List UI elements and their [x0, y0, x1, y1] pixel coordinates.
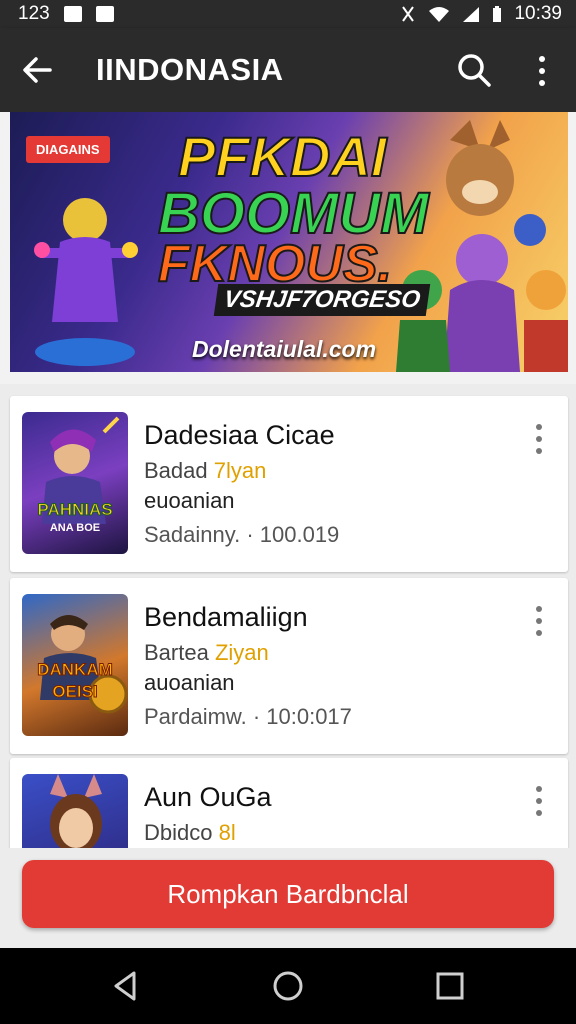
app-name: Bendamaliign [144, 602, 308, 632]
app-category: euoanian [144, 488, 235, 513]
app-thumbnail[interactable]: PAHNIAS ANA BOE [22, 412, 128, 554]
thumbnail-title: PAHNIAS [37, 500, 113, 520]
status-left-text: 123 [18, 3, 50, 24]
status-bar: 123 10:39 [0, 0, 576, 28]
notification-icon [63, 6, 82, 22]
developer-highlight: 8l [218, 820, 236, 845]
thumbnail-title: DANKAM [37, 660, 114, 680]
app-developer: Badad 7lyan [144, 458, 266, 484]
developer-name: Bartea [144, 640, 209, 665]
app-developer: Bartea Ziyan [144, 640, 269, 666]
battery-icon [493, 6, 502, 22]
app-category: auoanian [144, 670, 235, 695]
primary-action-button[interactable]: Rompkan Bardbnclal [22, 860, 554, 928]
app-name: Dadesiaa Cicae [144, 420, 335, 450]
banner-badge: DIAGAINS [26, 136, 110, 163]
nav-back-icon[interactable] [108, 968, 144, 1004]
wifi-icon [429, 7, 450, 22]
app-meta: Pardaimw. · 10:0:017 [144, 704, 352, 729]
search-icon[interactable] [456, 52, 492, 88]
app-name: Aun OuGa [144, 782, 272, 812]
banner-container: DIAGAINS PFKDAI BOOMUM FKNOUS. VSHJF7ORG… [0, 112, 576, 384]
hero-character-illustration [34, 198, 138, 366]
banner-url: Dolentaiulal.com [192, 336, 377, 362]
page-title: IINDONASIA [96, 52, 284, 87]
app-list-item[interactable]: PAHNIAS ANA BOE Dadesiaa Cicae Badad 7ly… [10, 396, 568, 572]
more-options-icon[interactable] [530, 54, 554, 88]
nav-recents-icon[interactable] [432, 968, 468, 1004]
app-bar: IINDONASIA [0, 28, 576, 112]
item-menu-icon[interactable] [530, 422, 548, 456]
app-thumbnail[interactable]: DANKAM OEISI [22, 594, 128, 736]
status-time: 10:39 [514, 3, 562, 24]
back-arrow-icon[interactable] [20, 52, 56, 88]
developer-highlight: 7lyan [213, 458, 267, 483]
developer-highlight: Ziyan [214, 640, 269, 665]
app-list-item[interactable]: DANKAM OEISI Bendamaliign Bartea Ziyan a… [10, 578, 568, 754]
banner-tagline: VSHJF7ORGESO [213, 284, 431, 316]
nfc-icon [402, 6, 415, 22]
developer-name: Dbidco [144, 820, 213, 845]
developer-name: Badad [144, 458, 208, 483]
signal-icon [463, 7, 480, 22]
notification-icon-2 [95, 6, 114, 22]
system-navigation-bar [0, 948, 576, 1024]
thumbnail-subtitle: OEISI [52, 682, 98, 702]
item-menu-icon[interactable] [530, 784, 548, 818]
item-menu-icon[interactable] [530, 604, 548, 638]
app-developer: Dbidco 8l [144, 820, 236, 846]
featured-banner[interactable]: DIAGAINS PFKDAI BOOMUM FKNOUS. VSHJF7ORG… [10, 112, 568, 372]
nav-home-icon[interactable] [270, 968, 306, 1004]
app-meta: Sadainny. · 100.019 [144, 522, 340, 547]
thumbnail-subtitle: ANA BOE [49, 522, 101, 534]
